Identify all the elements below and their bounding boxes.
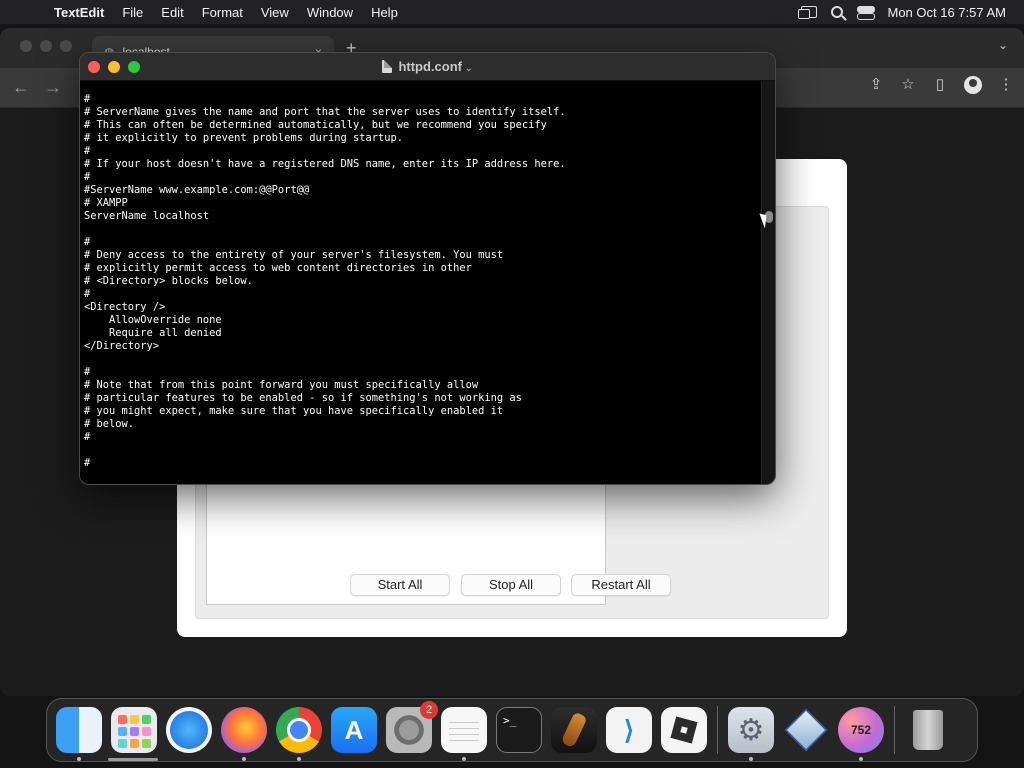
garageband-icon[interactable] <box>551 707 597 753</box>
textedit-window: httpd.conf ⌄ # # ServerName gives the name… <box>79 52 776 485</box>
document-name: httpd.conf <box>398 59 462 74</box>
menu-bar: TextEdit File Edit Format View Window He… <box>0 0 1024 24</box>
profile-icon[interactable] <box>964 76 982 94</box>
browser-zoom-button[interactable] <box>60 40 72 52</box>
document-line[interactable]: # This can often be determined automatic… <box>84 119 763 132</box>
system-settings-icon[interactable]: 2 <box>386 701 438 753</box>
menu-help[interactable]: Help <box>362 5 407 20</box>
menu-format[interactable]: Format <box>193 5 252 20</box>
stop-all-button[interactable]: Stop All <box>461 574 561 596</box>
vscode-icon[interactable]: ⟩ <box>606 707 652 753</box>
safari-icon[interactable] <box>166 707 212 753</box>
terminal-prompt-glyph: >_ <box>503 714 517 727</box>
bookmark-star-icon[interactable]: ☆ <box>900 76 916 94</box>
launchpad-icon[interactable] <box>111 707 157 753</box>
document-line[interactable]: #ServerName www.example.com:@@Port@@ <box>84 184 763 197</box>
textedit-icon[interactable] <box>441 707 487 761</box>
restart-all-button[interactable]: Restart All <box>571 574 671 596</box>
running-indicator <box>297 757 301 761</box>
virtualbox-icon[interactable] <box>783 707 829 753</box>
document-line[interactable]: # <box>84 236 763 249</box>
browser-minimize-button[interactable] <box>40 40 52 52</box>
app-store-icon[interactable]: A <box>331 707 377 753</box>
document-line[interactable]: # <Directory> blocks below. <box>84 275 763 288</box>
sidebar-icon[interactable]: ▯ <box>932 76 948 94</box>
running-indicator <box>77 757 81 761</box>
menu-app-name[interactable]: TextEdit <box>44 5 113 20</box>
document-line[interactable]: # <box>84 93 763 106</box>
browser-close-button[interactable] <box>20 40 32 52</box>
document-line[interactable] <box>84 444 763 457</box>
share-icon[interactable]: ⇪ <box>868 76 884 94</box>
counter-icon[interactable]: 752 <box>838 707 884 761</box>
running-indicator <box>749 757 753 761</box>
document-text-area[interactable]: # # ServerName gives the name and port th… <box>80 81 763 484</box>
menu-window[interactable]: Window <box>298 5 362 20</box>
document-line[interactable] <box>84 223 763 236</box>
title-chevron-icon: ⌄ <box>465 63 473 73</box>
document-line[interactable]: # <box>84 145 763 158</box>
document-line[interactable]: # below. <box>84 418 763 431</box>
screen-mirroring-icon[interactable] <box>798 6 818 19</box>
document-line[interactable]: ServerName localhost <box>84 210 763 223</box>
counter-label: 752 <box>850 723 872 737</box>
running-indicator <box>462 757 466 761</box>
back-arrow-icon[interactable]: ← <box>12 77 30 98</box>
xampp-manager-icon[interactable] <box>728 707 774 761</box>
document-line[interactable]: # If your host doesn't have a registered… <box>84 158 763 171</box>
spotlight-search-icon[interactable] <box>831 6 844 18</box>
document-line[interactable]: <Directory /> <box>84 301 763 314</box>
document-line[interactable]: # particular features to be enabled - so… <box>84 392 763 405</box>
document-line[interactable]: # <box>84 366 763 379</box>
document-line[interactable]: Require all denied <box>84 327 763 340</box>
document-line[interactable]: # <box>84 288 763 301</box>
running-indicator <box>242 757 246 761</box>
menu-file[interactable]: File <box>113 5 152 20</box>
document-line[interactable]: # you might expect, make sure that you h… <box>84 405 763 418</box>
terminal-icon[interactable]: >_ <box>496 707 542 753</box>
textedit-title-bar[interactable]: httpd.conf ⌄ <box>80 53 775 81</box>
document-line[interactable]: # <box>84 431 763 444</box>
document-line[interactable]: # ServerName gives the name and port tha… <box>84 106 763 119</box>
finder-icon[interactable] <box>56 707 102 761</box>
menu-bar-clock[interactable]: Mon Oct 16 7:57 AM <box>887 5 1006 20</box>
roblox-icon[interactable] <box>661 707 707 753</box>
tab-search-chevron-icon[interactable]: ⌄ <box>998 38 1008 52</box>
more-menu-icon[interactable]: ⋮ <box>998 76 1014 94</box>
control-center-icon[interactable] <box>857 6 876 20</box>
dock-focus-indicator <box>108 758 158 761</box>
chrome-icon[interactable] <box>276 707 322 761</box>
browser-toolbar-actions: ⇪ ☆ ▯ ⋮ <box>868 76 1014 94</box>
dock-separator <box>717 706 718 754</box>
document-line[interactable]: # Deny access to the entirety of your se… <box>84 249 763 262</box>
notification-badge: 2 <box>420 701 438 719</box>
document-line[interactable]: # it explicitly to prevent problems duri… <box>84 132 763 145</box>
start-all-button[interactable]: Start All <box>350 574 450 596</box>
document-line[interactable]: # XAMPP <box>84 197 763 210</box>
firefox-icon[interactable] <box>221 707 267 761</box>
menu-view[interactable]: View <box>252 5 298 20</box>
document-line[interactable]: AllowOverride none <box>84 314 763 327</box>
dock-separator <box>894 706 895 754</box>
dock: A 2 >_ ⟩ 752 <box>46 698 978 762</box>
menu-edit[interactable]: Edit <box>152 5 192 20</box>
document-line[interactable]: # explicitly permit access to web conten… <box>84 262 763 275</box>
document-line[interactable]: # <box>84 171 763 184</box>
menu-bar-status-area: Mon Oct 16 7:57 AM <box>798 0 1006 24</box>
document-line[interactable]: # <box>84 457 763 470</box>
document-line[interactable]: </Directory> <box>84 340 763 353</box>
forward-arrow-icon[interactable]: → <box>44 77 62 98</box>
window-title[interactable]: httpd.conf ⌄ <box>80 59 775 74</box>
document-line[interactable]: # Note that from this point forward you … <box>84 379 763 392</box>
running-indicator <box>859 757 863 761</box>
trash-icon[interactable] <box>905 707 951 753</box>
vertical-scrollbar[interactable] <box>761 81 775 484</box>
document-icon <box>382 60 393 73</box>
document-line[interactable] <box>84 353 763 366</box>
